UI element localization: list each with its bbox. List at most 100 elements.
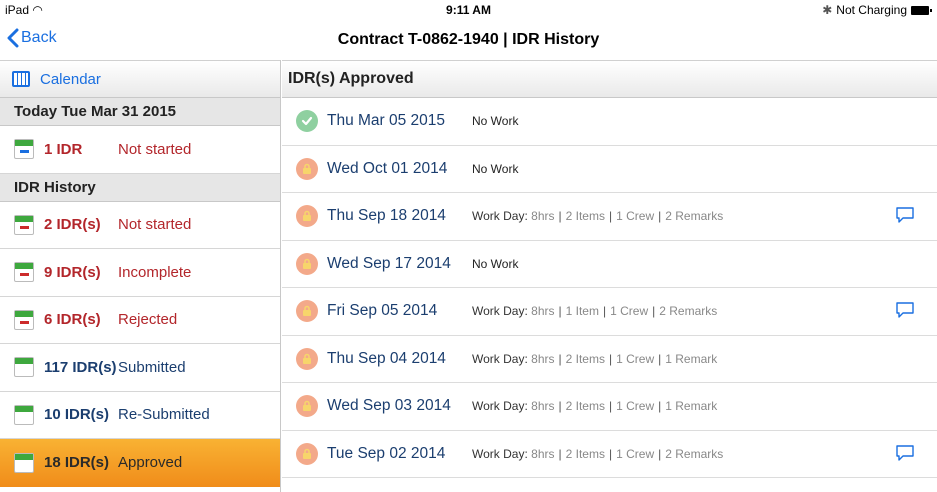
separator: |: [652, 304, 656, 319]
idr-summary: Work Day: 8hrs | 1 Item | 1 Crew | 2 Remarks: [472, 304, 717, 318]
idr-status: Rejected: [118, 311, 178, 329]
work-day-label: Work Day:: [472, 399, 528, 414]
no-work-label: No Work: [472, 114, 519, 129]
lock-icon: [296, 252, 318, 275]
document-icon: [14, 357, 34, 378]
history-row-incomplete[interactable]: 9 IDR(s) Incomplete: [0, 249, 280, 297]
hours-value: 8hrs: [531, 351, 555, 366]
crew-value: 1 Crew: [616, 446, 655, 461]
idr-row[interactable]: Wed Sep 03 2014 Work Day: 8hrs | 2 Items | 1 …: [282, 383, 937, 431]
idr-count: 10 IDR(s): [44, 406, 110, 424]
history-row-submitted[interactable]: 117 IDR(s) Submitted: [0, 344, 280, 392]
idr-count: 9 IDR(s): [44, 263, 101, 281]
separator: |: [558, 446, 562, 461]
idr-status: Approved: [118, 454, 183, 472]
lock-icon: [296, 442, 318, 465]
idr-row[interactable]: Wed Oct 01 2014 No Work: [282, 146, 937, 193]
chat-bubble-icon[interactable]: [895, 301, 915, 319]
calendar-icon: [12, 71, 30, 87]
separator: |: [558, 209, 562, 224]
history-row-approved[interactable]: 18 IDR(s) Approved: [0, 439, 280, 487]
items-value: 2 Items: [565, 351, 605, 366]
no-work-label: No Work: [472, 256, 519, 271]
lock-icon: [296, 205, 318, 228]
separator: |: [602, 304, 607, 319]
bluetooth-icon: ✱: [822, 3, 833, 17]
status-bar: iPad ◠ 9:11 AM ✱ Not Charging: [0, 0, 937, 20]
crew-value: 1 Crew: [616, 351, 655, 366]
crew-value: 1 Crew: [616, 399, 655, 414]
separator: |: [558, 351, 562, 366]
idr-date: Tue Sep 02 2014: [327, 444, 446, 462]
idr-status: Re-Submitted: [118, 406, 210, 424]
separator: |: [658, 446, 662, 461]
remarks-value: 2 Remarks: [665, 446, 724, 461]
remarks-value: 1 Remark: [665, 399, 718, 414]
hours-value: 8hrs: [531, 399, 555, 414]
work-day-label: Work Day:: [472, 446, 528, 461]
document-arrow-icon: [14, 139, 34, 160]
remarks-value: 2 Remarks: [659, 304, 718, 319]
idr-row[interactable]: Thu Sep 18 2014 Work Day: 8hrs | 2 Items | 1 …: [282, 193, 937, 241]
separator: |: [658, 351, 662, 366]
separator: |: [608, 399, 613, 414]
idr-date: Fri Sep 05 2014: [327, 302, 438, 320]
today-idr-row[interactable]: 1 IDR Not started: [0, 126, 280, 174]
history-row-resubmitted[interactable]: 10 IDR(s) Re-Submitted: [0, 392, 280, 439]
lock-icon: [296, 395, 318, 418]
idr-status: Not started: [118, 216, 192, 234]
crew-value: 1 Crew: [616, 209, 655, 224]
lock-icon: [296, 347, 318, 370]
idr-date: Thu Sep 04 2014: [327, 349, 446, 367]
history-row-not-started[interactable]: 2 IDR(s) Not started: [0, 202, 280, 249]
idr-summary: Work Day: 8hrs | 2 Items | 1 Crew | 2 Remarks: [472, 447, 723, 461]
idr-row[interactable]: Wed Sep 17 2014 No Work: [282, 241, 937, 288]
idr-row[interactable]: Thu Mar 05 2015 No Work: [282, 98, 937, 146]
clock: 9:11 AM: [446, 3, 491, 17]
page-title: Contract T-0862-1940 | IDR History: [337, 31, 600, 48]
remarks-value: 2 Remarks: [665, 209, 724, 224]
idr-row[interactable]: Fri Sep 05 2014 Work Day: 8hrs | 1 Item | 1 C…: [282, 288, 937, 336]
idr-row[interactable]: Thu Sep 04 2014 Work Day: 8hrs | 2 Items | 1 …: [282, 336, 937, 383]
lock-icon: [296, 300, 318, 323]
approved-idr-list: IDR(s) Approved Thu Mar 05 2015 No Work We…: [282, 60, 937, 492]
idr-count: 18 IDR(s): [44, 454, 110, 472]
remarks-value: 1 Remark: [665, 351, 718, 366]
idr-status-sidebar: Calendar Today Tue Mar 31 2015 1 IDR Not…: [0, 60, 281, 492]
calendar-label: Calendar: [40, 70, 101, 88]
navigation-bar: Back Contract T-0862-1940 | IDR History: [0, 20, 937, 60]
idr-date: Thu Mar 05 2015: [327, 112, 446, 130]
chat-bubble-icon[interactable]: [895, 444, 915, 462]
lock-icon: [296, 157, 318, 180]
idr-summary: No Work: [472, 114, 518, 128]
separator: |: [658, 209, 662, 224]
chat-bubble-icon[interactable]: [895, 206, 915, 224]
separator: |: [558, 399, 562, 414]
battery-icon: [911, 5, 932, 15]
separator: |: [608, 446, 613, 461]
crew-value: 1 Crew: [610, 304, 649, 319]
document-icon: [14, 214, 34, 235]
idr-summary: Work Day: 8hrs | 2 Items | 1 Crew | 2 Remarks: [472, 209, 723, 223]
list-header: IDR(s) Approved: [282, 60, 937, 98]
idr-summary: No Work: [472, 162, 518, 176]
idr-date: Thu Sep 18 2014: [327, 207, 446, 225]
calendar-button[interactable]: Calendar: [0, 60, 280, 98]
items-value: 1 Item: [565, 304, 599, 319]
work-day-label: Work Day:: [472, 209, 528, 224]
no-work-label: No Work: [472, 161, 519, 176]
document-icon: [14, 404, 34, 425]
idr-count: 6 IDR(s): [44, 311, 101, 329]
separator: |: [608, 209, 613, 224]
idr-count: 117 IDR(s): [44, 358, 117, 376]
hours-value: 8hrs: [531, 446, 555, 461]
document-icon: [14, 309, 34, 330]
document-icon: [14, 262, 34, 283]
work-day-label: Work Day:: [472, 304, 528, 319]
document-icon: [14, 452, 34, 473]
idr-row[interactable]: Tue Sep 02 2014 Work Day: 8hrs | 2 Items | 1 …: [282, 431, 937, 478]
separator: |: [558, 304, 562, 319]
history-row-rejected[interactable]: 6 IDR(s) Rejected: [0, 297, 280, 344]
work-day-label: Work Day:: [472, 351, 528, 366]
today-header: Today Tue Mar 31 2015: [0, 98, 280, 126]
